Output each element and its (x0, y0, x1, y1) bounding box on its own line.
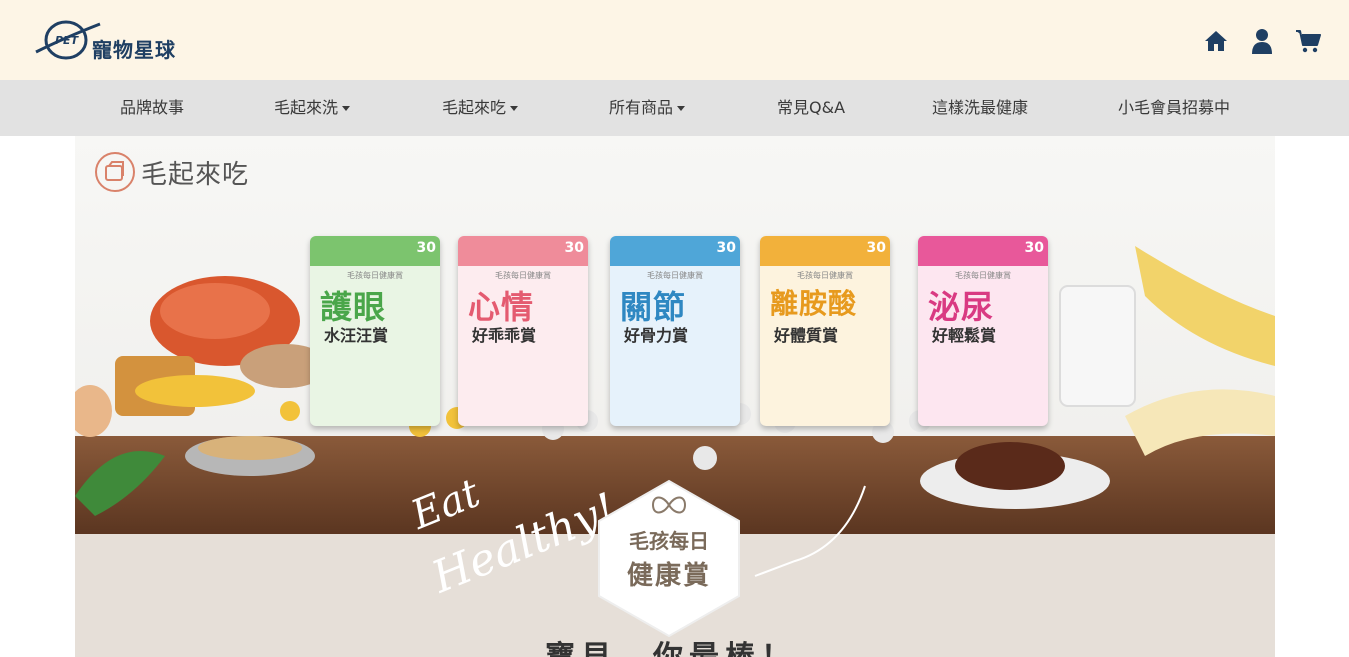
nav-item-brand-story[interactable]: 品牌故事 (120, 80, 184, 136)
product-pack-mood: 30 毛孩每日健康賞 心情 好乖乖賞 (458, 236, 588, 426)
product-pack-eye: 30 毛孩每日健康賞 護眼 水汪汪賞 (310, 236, 440, 426)
main-nav: 品牌故事 毛起來洗 毛起來吃 所有商品 常見Q&A 這樣洗最健康 小毛會員招募中 (0, 80, 1349, 136)
daily-treat-badge: 毛孩每日 健康賞 (599, 481, 739, 633)
nav-item-eat[interactable]: 毛起來吃 (442, 80, 519, 136)
caret-down-icon (342, 106, 351, 111)
brand-logo-icon (95, 152, 135, 192)
nav-item-all-products[interactable]: 所有商品 (609, 80, 686, 136)
banner-brand-text: 毛起來吃 (141, 159, 250, 190)
hero-banner[interactable]: 毛起來吃 30 毛孩每日健康賞 護眼 水汪汪賞 30 毛孩每日健康賞 心情 好乖… (75, 136, 1275, 657)
user-icon[interactable] (1249, 28, 1275, 54)
site-header: PET 寵物星球 (0, 0, 1349, 80)
nav-item-wash[interactable]: 毛起來洗 (274, 80, 351, 136)
cart-icon[interactable] (1295, 28, 1321, 54)
banner-tagline: 寶貝，你最棒！ (545, 632, 797, 657)
product-pack-lysine: 30 毛孩每日健康賞 離胺酸 好體質賞 (760, 236, 890, 426)
product-pack-joint: 30 毛孩每日健康賞 關節 好骨力賞 (610, 236, 740, 426)
header-icons (1203, 28, 1321, 54)
caret-down-icon (510, 106, 519, 111)
product-pack-urinary: 30 毛孩每日健康賞 泌尿 好輕鬆賞 (918, 236, 1048, 426)
caret-down-icon (677, 106, 686, 111)
infinity-logo-icon (651, 496, 687, 514)
site-logo[interactable]: PET 寵物星球 (34, 18, 184, 62)
nav-item-member[interactable]: 小毛會員招募中 (1118, 80, 1230, 136)
nav-item-faq[interactable]: 常見Q&A (777, 80, 845, 136)
home-icon[interactable] (1203, 28, 1229, 54)
svg-text:PET: PET (55, 34, 80, 47)
nav-item-healthy-wash[interactable]: 這樣洗最健康 (932, 80, 1028, 136)
logo-text: 寵物星球 (92, 38, 176, 62)
banner-brand: 毛起來吃 (95, 152, 249, 192)
